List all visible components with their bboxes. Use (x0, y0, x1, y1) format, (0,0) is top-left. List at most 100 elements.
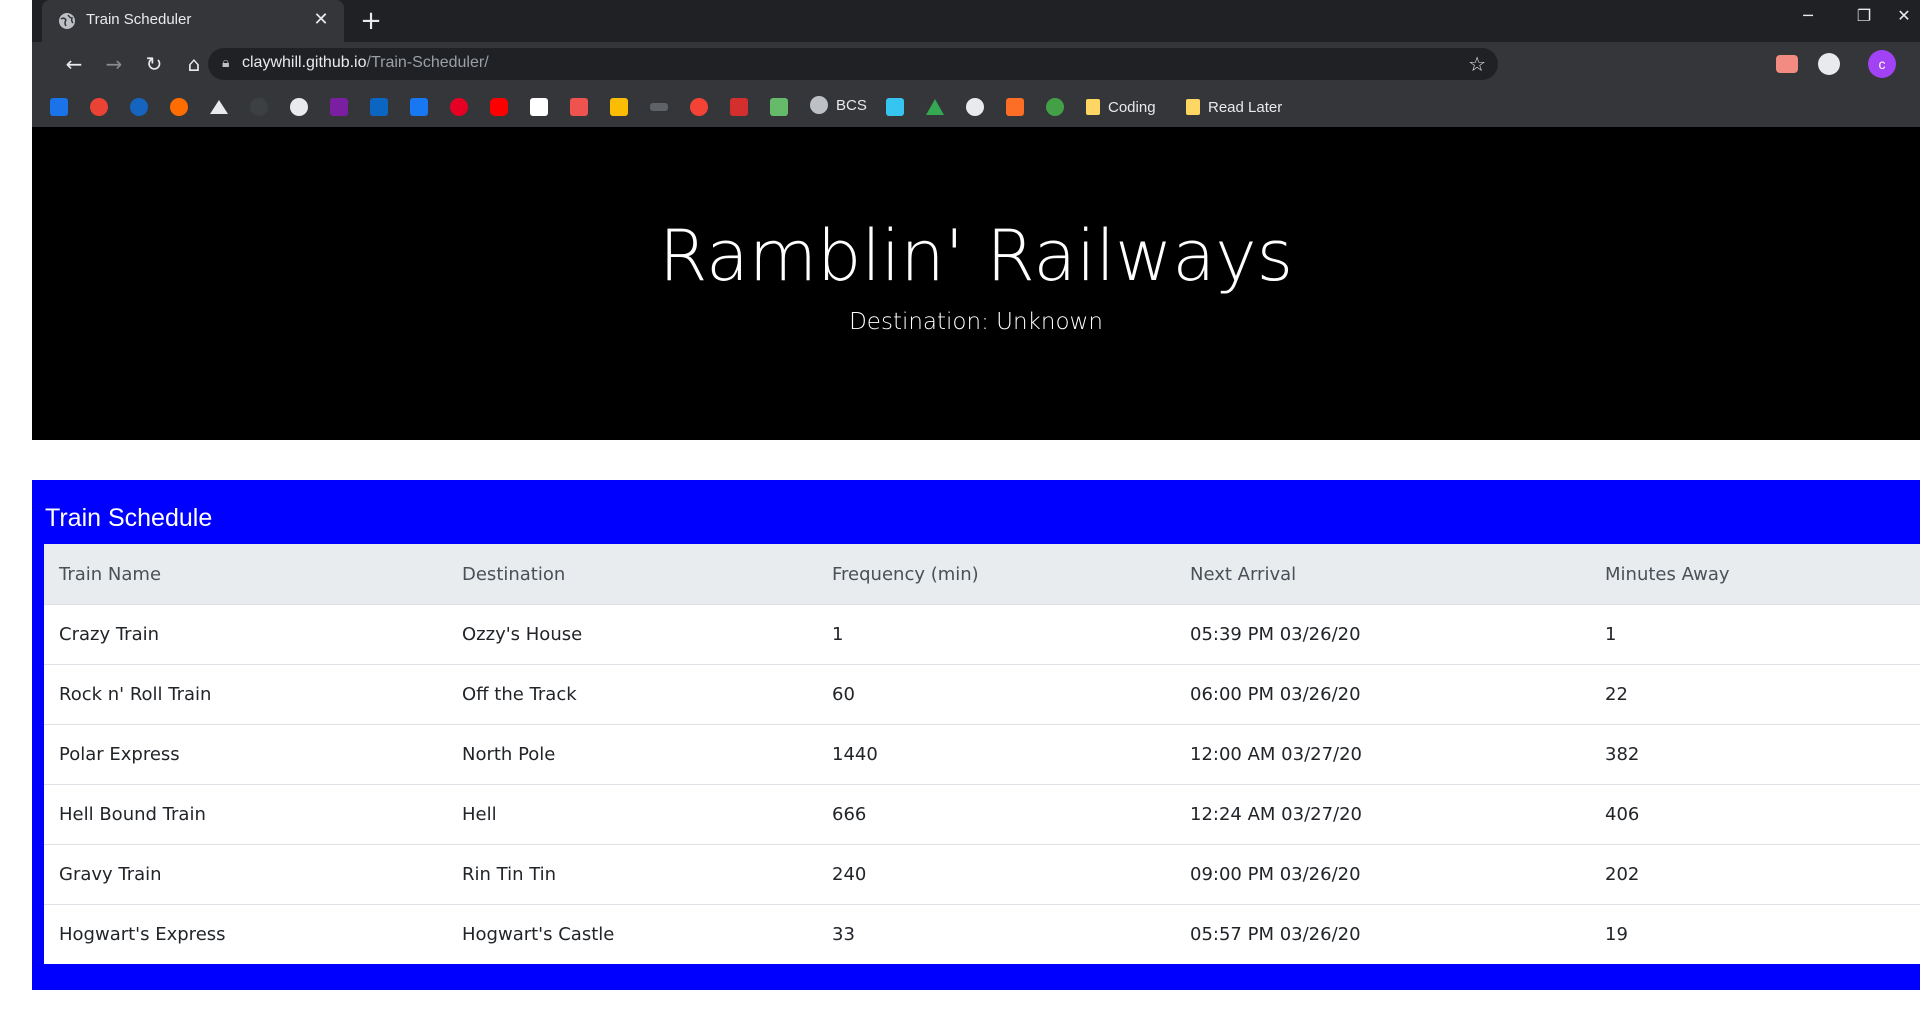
next-arrival-cell: 12:24 AM 03/27/20 (1175, 784, 1590, 845)
lock-icon: 🔒︎ (222, 55, 230, 71)
bookmark-orange-icon[interactable] (170, 98, 188, 116)
minutes-away-cell: 382 (1590, 724, 1920, 785)
bookmark-usa-icon[interactable] (50, 98, 68, 116)
browser-chrome: Train Scheduler ✕ + ─ ❐ ✕ ← → ↻ ⌂ 🔒︎ cla… (32, 0, 1920, 127)
extension-icon[interactable] (1776, 55, 1798, 73)
youtube-icon[interactable] (490, 98, 508, 116)
train-name-cell: Rock n' Roll Train (44, 664, 447, 725)
minimize-button[interactable]: ─ (1788, 6, 1828, 25)
table-row: Hell Bound Train Hell 666 12:24 AM 03/27… (44, 784, 1920, 845)
bookmark-blue-icon[interactable] (130, 98, 148, 116)
train-name-cell: Crazy Train (44, 604, 447, 665)
destination-cell: Hell (447, 784, 817, 845)
bookmark-bolt-icon[interactable] (690, 98, 708, 116)
table-row: Rock n' Roll Train Off the Track 60 06:0… (44, 664, 1920, 725)
bookmark-bag-icon[interactable] (610, 98, 628, 116)
card-header: Train Schedule (45, 504, 213, 532)
jumbotron: Ramblin' Railways Destination: Unknown (32, 127, 1920, 440)
reload-icon[interactable]: ↻ (138, 48, 170, 80)
train-name-cell: Gravy Train (44, 844, 447, 905)
destination-cell: Rin Tin Tin (447, 844, 817, 905)
bookmark-star-icon[interactable]: ☆ (1468, 52, 1486, 76)
bookmark-shield-icon[interactable] (1046, 98, 1064, 116)
linkedin-icon[interactable] (370, 98, 388, 116)
table-row: Gravy Train Rin Tin Tin 240 09:00 PM 03/… (44, 844, 1920, 905)
close-window-button[interactable]: ✕ (1888, 6, 1920, 25)
page-subtitle: Destination: Unknown (849, 309, 1103, 335)
minutes-away-cell: 19 (1590, 904, 1920, 964)
destination-cell: Off the Track (447, 664, 817, 725)
column-header: Frequency (min) (817, 544, 1175, 605)
column-header: Next Arrival (1175, 544, 1590, 605)
frequency-cell: 60 (817, 664, 1175, 725)
bookmark-imdb-icon[interactable] (650, 103, 668, 111)
table-row: Crazy Train Ozzy's House 1 05:39 PM 03/2… (44, 604, 1920, 665)
address-bar[interactable]: 🔒︎ claywhill.github.io/Train-Scheduler/ … (208, 48, 1498, 80)
bookmark-red-icon[interactable] (90, 98, 108, 116)
bookmark-folder-coding[interactable]: Coding (1086, 96, 1156, 118)
extension-icon[interactable] (1818, 53, 1840, 75)
folder-icon (1186, 99, 1200, 115)
page-title: Ramblin' Railways (658, 215, 1294, 297)
minutes-away-cell: 22 (1590, 664, 1920, 725)
bookmark-green-icon[interactable] (770, 98, 788, 116)
amazon-icon[interactable] (530, 98, 548, 116)
destination-cell: Ozzy's House (447, 604, 817, 665)
destination-cell: North Pole (447, 724, 817, 785)
next-arrival-cell: 12:00 AM 03/27/20 (1175, 724, 1590, 785)
schedule-table: Train Name Destination Frequency (min) N… (44, 544, 1920, 964)
tab-title: Train Scheduler (86, 11, 192, 28)
url-text: claywhill.github.io/Train-Scheduler/ (242, 54, 489, 72)
minutes-away-cell: 1 (1590, 604, 1920, 665)
column-header: Destination (447, 544, 817, 605)
gitlab-icon[interactable] (1006, 98, 1024, 116)
bookmark-bcs[interactable]: BCS (810, 96, 867, 114)
toolbar: ← → ↻ ⌂ 🔒︎ claywhill.github.io/Train-Sch… (32, 42, 1920, 86)
pinterest-icon[interactable] (450, 98, 468, 116)
new-tab-button[interactable]: + (356, 6, 386, 36)
bookmark-folder-read-later[interactable]: Read Later (1186, 96, 1282, 118)
restore-button[interactable]: ❐ (1844, 6, 1884, 25)
tab-strip: Train Scheduler ✕ + ─ ❐ ✕ (32, 0, 1920, 42)
url-host: claywhill.github.io (242, 54, 367, 71)
frequency-cell: 1440 (817, 724, 1175, 785)
train-name-cell: Polar Express (44, 724, 447, 785)
bookmark-dark-icon[interactable] (250, 98, 268, 116)
bookmark-folder-label: Read Later (1208, 98, 1283, 116)
minutes-away-cell: 202 (1590, 844, 1920, 905)
schedule-card: Train Schedule Train Name Destination Fr… (32, 480, 1920, 990)
bookmark-flag-icon[interactable] (570, 98, 588, 116)
globe-icon (810, 96, 828, 114)
next-arrival-cell: 06:00 PM 03/26/20 (1175, 664, 1590, 725)
facebook-icon[interactable] (410, 98, 428, 116)
table-row: Polar Express North Pole 1440 12:00 AM 0… (44, 724, 1920, 785)
bookmarks-bar: BCS Coding Read Later (32, 86, 1920, 127)
google-drive-icon[interactable] (926, 99, 944, 115)
frequency-cell: 666 (817, 784, 1175, 845)
page-margin (0, 0, 32, 1030)
tab-train-scheduler[interactable]: Train Scheduler ✕ (42, 0, 344, 42)
url-path: /Train-Scheduler/ (366, 54, 489, 71)
back-icon[interactable]: ← (58, 48, 90, 80)
close-tab-icon[interactable]: ✕ (310, 9, 332, 31)
train-name-cell: Hogwart's Express (44, 904, 447, 964)
forward-icon[interactable]: → (98, 48, 130, 80)
bookmark-mail-icon[interactable] (330, 98, 348, 116)
train-name-cell: Hell Bound Train (44, 784, 447, 845)
globe-icon (59, 13, 75, 29)
column-header: Minutes Away (1590, 544, 1920, 605)
profile-avatar[interactable]: c (1868, 50, 1896, 78)
bookmark-script-icon[interactable] (730, 98, 748, 116)
table-header-row: Train Name Destination Frequency (min) N… (44, 544, 1920, 605)
bookmark-folder-label: Coding (1108, 98, 1156, 116)
folder-icon (1086, 99, 1100, 115)
destination-cell: Hogwart's Castle (447, 904, 817, 964)
bookmark-mountain-icon[interactable] (210, 100, 228, 114)
column-header: Train Name (44, 544, 447, 605)
github-icon[interactable] (966, 98, 984, 116)
bookmark-clock-icon[interactable] (290, 98, 308, 116)
frequency-cell: 1 (817, 604, 1175, 665)
home-icon[interactable]: ⌂ (178, 48, 210, 80)
slack-icon[interactable] (886, 98, 904, 116)
next-arrival-cell: 05:57 PM 03/26/20 (1175, 904, 1590, 964)
